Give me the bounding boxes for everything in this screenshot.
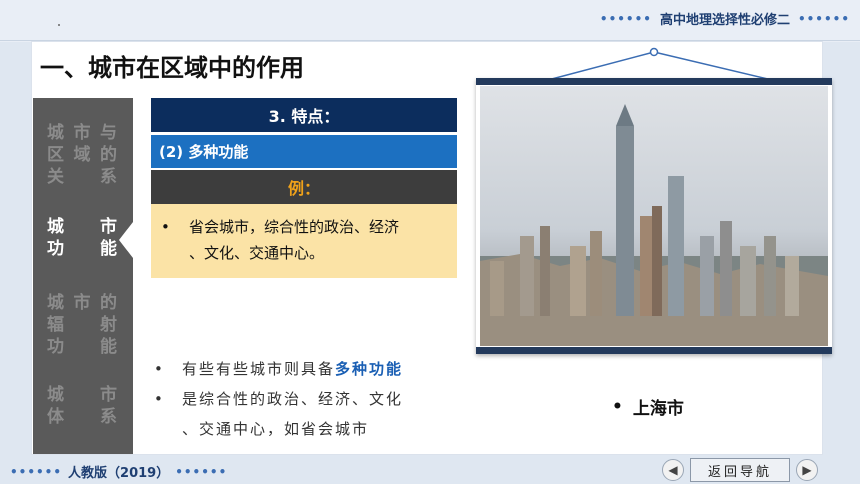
sidebar-item-city-function[interactable]: 城市 功能 [33,216,133,260]
shanghai-skyline-photo [480,86,828,346]
back-to-navigation-button[interactable]: 返回导航 [690,458,790,482]
skyline-illustration-icon [480,104,828,346]
sidebar-item-city-region-relation[interactable]: 城市与 区域的 关系 [33,122,133,188]
photo-top-rod [476,78,832,85]
note-highlight: 多种功能 [335,360,404,378]
note-item: • 是综合性的政治、经济、文化 [154,384,464,414]
corner-dot [58,24,60,26]
course-title-text: 高中地理选择性必修二 [659,13,790,28]
example-box: • 省会城市，综合性的政治、经济 、文化、交通中心。 [151,204,457,278]
note-text-continued: 、交通中心，如省会城市 [182,420,370,438]
section-title: 一、城市在区域中的作用 [40,54,304,82]
publisher-text: 人教版（2019） [68,466,170,481]
decorative-dots-left: •••••• [599,11,652,26]
next-slide-button[interactable]: ▶ [796,459,818,481]
sidebar-item-city-radiation[interactable]: 城市的 辐射 功能 [33,292,133,358]
example-bullet-row: • 省会城市，综合性的政治、经济 [161,214,447,240]
sidebar-item-city-system[interactable]: 城市 体系 [33,384,133,428]
example-text-line1: 省会城市，综合性的政治、经济 [189,218,400,236]
note-text: 是综合性的政治、经济、文化 [182,390,404,408]
content-subtitle-bar: (2) 多种功能 [151,135,457,168]
photo-bottom-rod [476,347,832,354]
bullet-icon: • [154,360,165,378]
prev-slide-button[interactable]: ◀ [662,459,684,481]
active-item-arrow-icon [119,222,133,258]
sidebar-nav: 城市与 区域的 关系 城市 功能 城市的 辐射 功能 城市 体系 [33,98,133,454]
shanghai-photo-frame [476,78,832,354]
note-item: • 有些有些城市则具备多种功能 [154,354,464,384]
example-label-bar: 例： [151,170,457,204]
photo-caption: • 上海市 [612,394,684,420]
decorative-dots-right: •••••• [175,464,228,479]
photo-caption-text: 上海市 [632,399,684,419]
bullet-icon: • [612,396,623,417]
example-text-line2: 、文化、交通中心。 [189,244,325,262]
course-title: •••••• 高中地理选择性必修二 •••••• [599,9,850,29]
publisher-label: •••••• 人教版（2019） •••••• [10,462,228,482]
bullet-icon: • [161,218,170,236]
content-title-bar: 3. 特点： [151,98,457,132]
decorative-dots-left: •••••• [10,464,63,479]
decorative-dots-right: •••••• [797,11,850,26]
bullet-icon: • [154,390,165,408]
note-text: 有些有些城市则具备 [182,360,336,378]
notes-list: • 有些有些城市则具备多种功能 • 是综合性的政治、经济、文化 、交通中心，如省… [154,354,464,444]
footer-navigation: ◀ 返回导航 ▶ [662,458,818,482]
